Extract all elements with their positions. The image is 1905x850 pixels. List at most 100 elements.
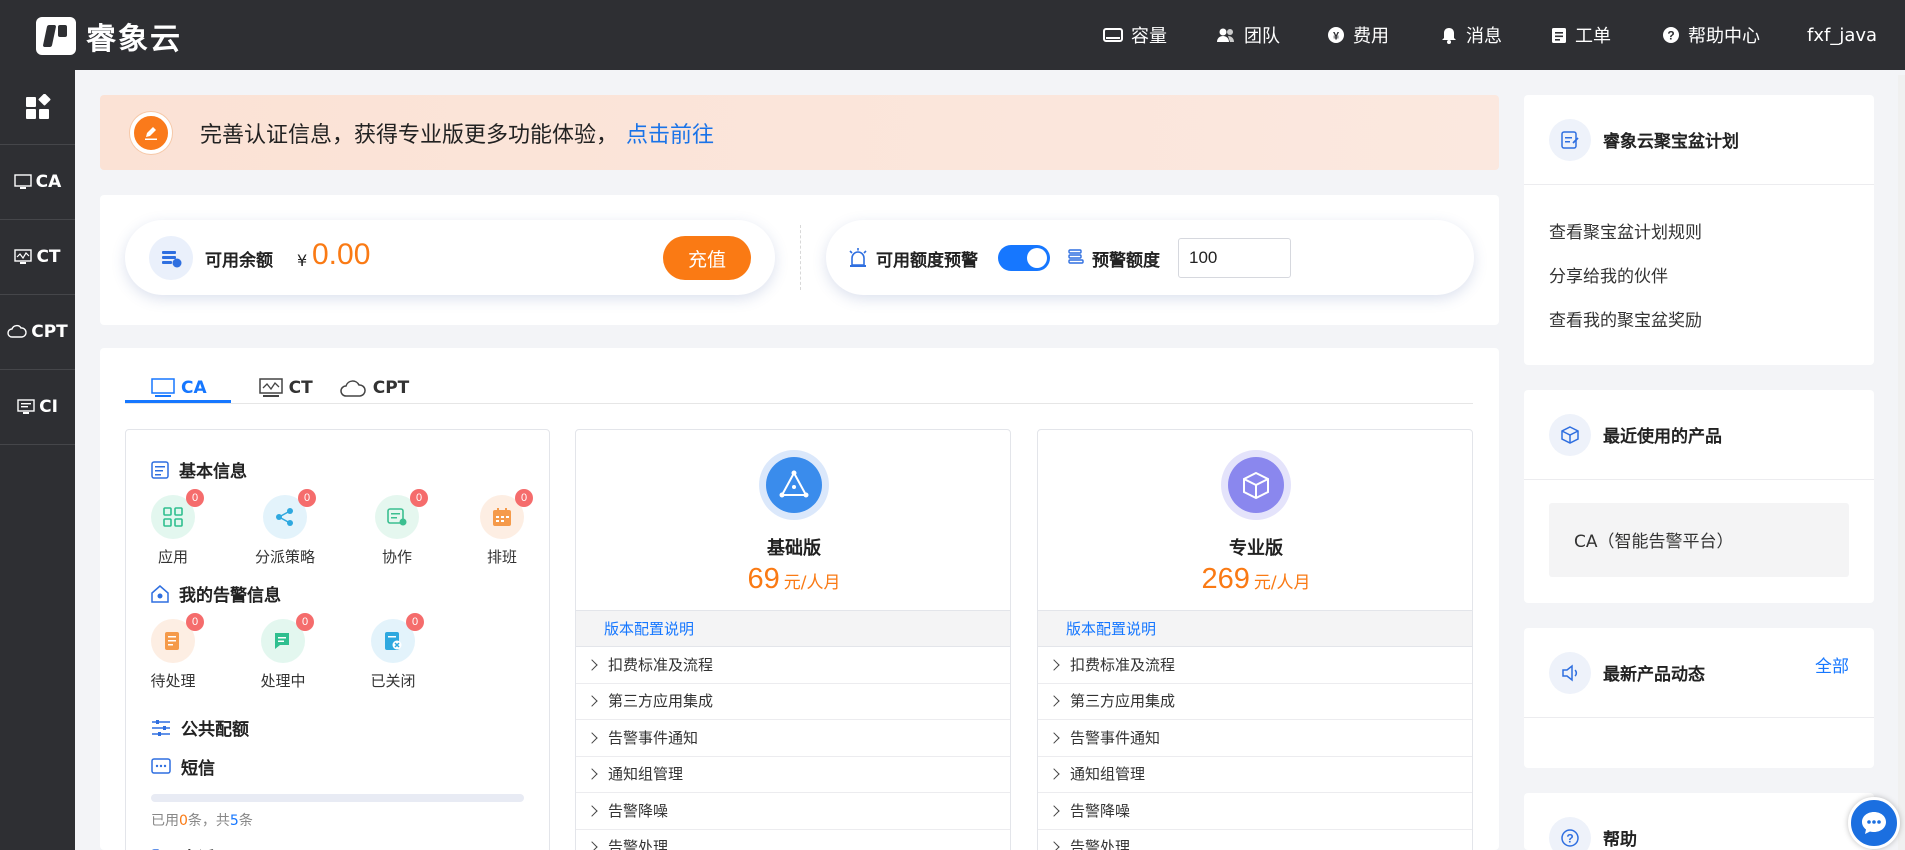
config-row[interactable]: 第三方应用集成 [576,684,1010,720]
config-row[interactable]: 通知组管理 [1038,757,1472,793]
config-row[interactable]: 告警处理 [1038,830,1472,850]
view-all-link[interactable]: 全部 [1815,652,1849,677]
tab-ct[interactable]: CT [233,373,339,403]
help-icon: ? [1663,27,1679,43]
stat-label: 已关闭 [370,672,416,690]
recent-product-item[interactable]: CA（智能告警平台） [1549,503,1849,577]
chevron-right-icon [586,659,598,671]
closed-alerts-stat[interactable]: 0 [371,613,424,663]
sidebar-item-label: CPT [31,322,68,342]
config-row[interactable]: 告警事件通知 [1038,720,1472,757]
help-card: ? 帮助 [1524,793,1874,850]
plan-config-list: 版本配置说明 扣费标准及流程 第三方应用集成 告警事件通知 通知组管理 告警降噪… [1038,610,1472,850]
plan-name: 专业版 [1229,538,1283,559]
plan-price: 269 元/人月 [1038,563,1474,596]
row-label: 告警处理 [608,838,669,850]
calendar-icon [493,508,511,526]
my-rewards-link[interactable]: 查看我的聚宝盆奖励 [1549,306,1702,331]
tab-label: CT [288,378,313,398]
treasure-rules-link[interactable]: 查看聚宝盆计划规则 [1549,218,1702,243]
config-row[interactable]: 告警降噪 [576,793,1010,830]
section-title: 基本信息 [179,462,247,482]
sms-usage-text: 已用0条，共5条 [151,810,253,830]
page-scrollbar[interactable] [1898,75,1905,850]
sms-quota-heading: 短信 [151,754,215,779]
card-title: 帮助 [1603,830,1637,850]
document-icon [151,460,169,479]
banner-text: 完善认证信息，获得专业版更多功能体验， [200,122,619,148]
row-label: 第三方应用集成 [1070,692,1176,711]
brand-logo[interactable]: 睿象云 [36,14,182,58]
processing-alerts-stat[interactable]: 0 [261,613,314,663]
chat-icon [151,757,171,774]
config-row[interactable]: 扣费标准及流程 [576,647,1010,684]
config-row[interactable]: 告警事件通知 [576,720,1010,757]
help-header: ? 帮助 [1524,793,1874,850]
share-partner-link[interactable]: 分享给我的伙伴 [1549,262,1668,287]
config-row[interactable]: 第三方应用集成 [1038,684,1472,720]
chevron-right-icon [586,841,598,850]
capacity-icon [1103,28,1123,42]
sidebar-item-cpt[interactable]: CPT [0,295,75,370]
svg-text:?: ? [1667,29,1674,43]
alarm-house-icon [151,584,169,603]
dispatch-policy-stat[interactable]: 0 [263,489,316,539]
threshold-input[interactable]: 100 [1178,238,1291,278]
usage-used: 0 [179,813,188,829]
section-title: 我的告警信息 [179,586,281,606]
card-title: 最近使用的产品 [1603,427,1722,447]
tab-cpt[interactable]: CPT [339,373,436,403]
user-menu[interactable]: fxf_java [1807,0,1877,70]
config-row[interactable]: 扣费标准及流程 [1038,647,1472,684]
nav-cost[interactable]: ¥ 费用 [1327,0,1389,70]
row-label: 第三方应用集成 [608,692,714,711]
ticket-icon [1552,28,1566,43]
sidebar-item-ci[interactable]: CI [0,370,75,445]
chevron-right-icon [586,695,598,707]
recent-products-header: 最近使用的产品 [1524,390,1874,480]
usage-prefix: 已用 [151,813,179,829]
config-header: 版本配置说明 [576,610,1010,647]
stat-label: 待处理 [150,672,196,690]
chat-support-button[interactable] [1848,797,1900,849]
nav-tickets[interactable]: 工单 [1551,0,1611,70]
nav-help-center[interactable]: ? 帮助中心 [1662,0,1760,70]
apps-stat[interactable]: 0 [151,489,204,539]
balance-pill: 可用余额 ¥ 0.00 充值 [125,220,775,295]
triangle-network-icon [766,457,822,513]
config-row[interactable]: 通知组管理 [576,757,1010,793]
share-nodes-icon [276,508,293,526]
recharge-button[interactable]: 充值 [663,236,751,280]
nav-capacity[interactable]: 容量 [1103,0,1167,70]
pending-icon [165,632,179,650]
cube-icon [1228,457,1284,513]
alert-quota-toggle[interactable] [998,245,1050,271]
sidebar-item-ct[interactable]: CT [0,220,75,295]
nav-messages[interactable]: 消息 [1440,0,1502,70]
plan-name: 基础版 [767,538,821,559]
tab-ca[interactable]: CA [125,373,233,403]
collaboration-stat[interactable]: 0 [375,489,428,539]
sms-progress-bar [151,794,524,802]
config-row[interactable]: 告警降噪 [1038,793,1472,830]
count-badge: 0 [298,489,316,507]
sidebar-item-ca[interactable]: CA [0,145,75,220]
cpt-cloud-tab-icon [340,380,366,397]
svg-text:¥: ¥ [1333,31,1340,43]
config-row[interactable]: 告警处理 [576,830,1010,850]
schedule-stat[interactable]: 0 [480,489,533,539]
row-label: 告警事件通知 [608,728,699,747]
price-unit: 元/人月 [783,573,841,593]
tab-divider [125,403,1473,404]
price-value: 269 [1201,563,1250,595]
currency-symbol: ¥ [297,251,308,270]
nav-label: 容量 [1131,26,1167,47]
nav-team[interactable]: 团队 [1216,0,1280,70]
count-badge: 0 [515,489,533,507]
svg-text:?: ? [1566,831,1573,845]
pending-alerts-stat[interactable]: 0 [151,613,204,663]
sidebar-item-apps[interactable] [0,70,75,145]
banner-link[interactable]: 点击前往 [626,117,714,149]
stat-label: 处理中 [260,672,306,690]
stat-label: 分派策略 [254,548,315,566]
